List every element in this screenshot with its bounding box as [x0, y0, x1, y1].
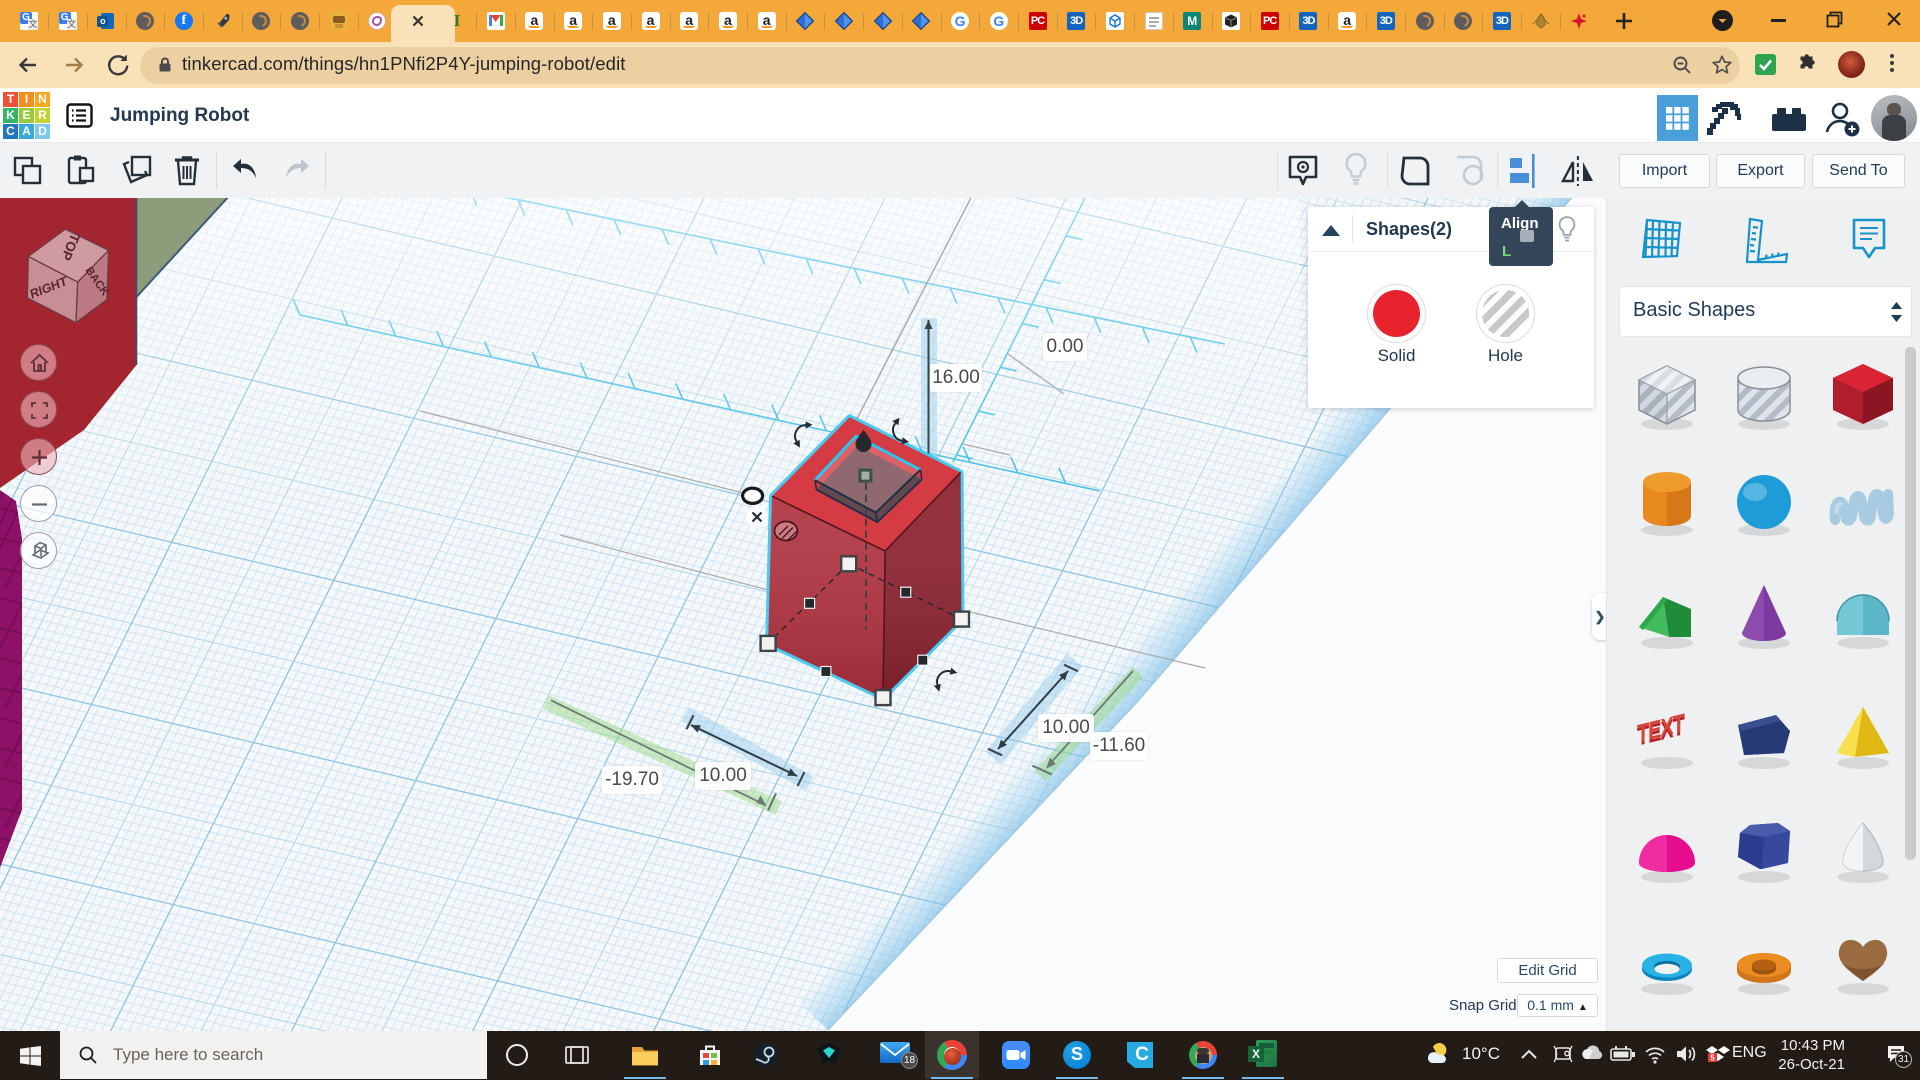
svg-text:5: 5 — [1710, 1054, 1715, 1063]
svg-text:TEXT: TEXT — [1637, 708, 1685, 749]
